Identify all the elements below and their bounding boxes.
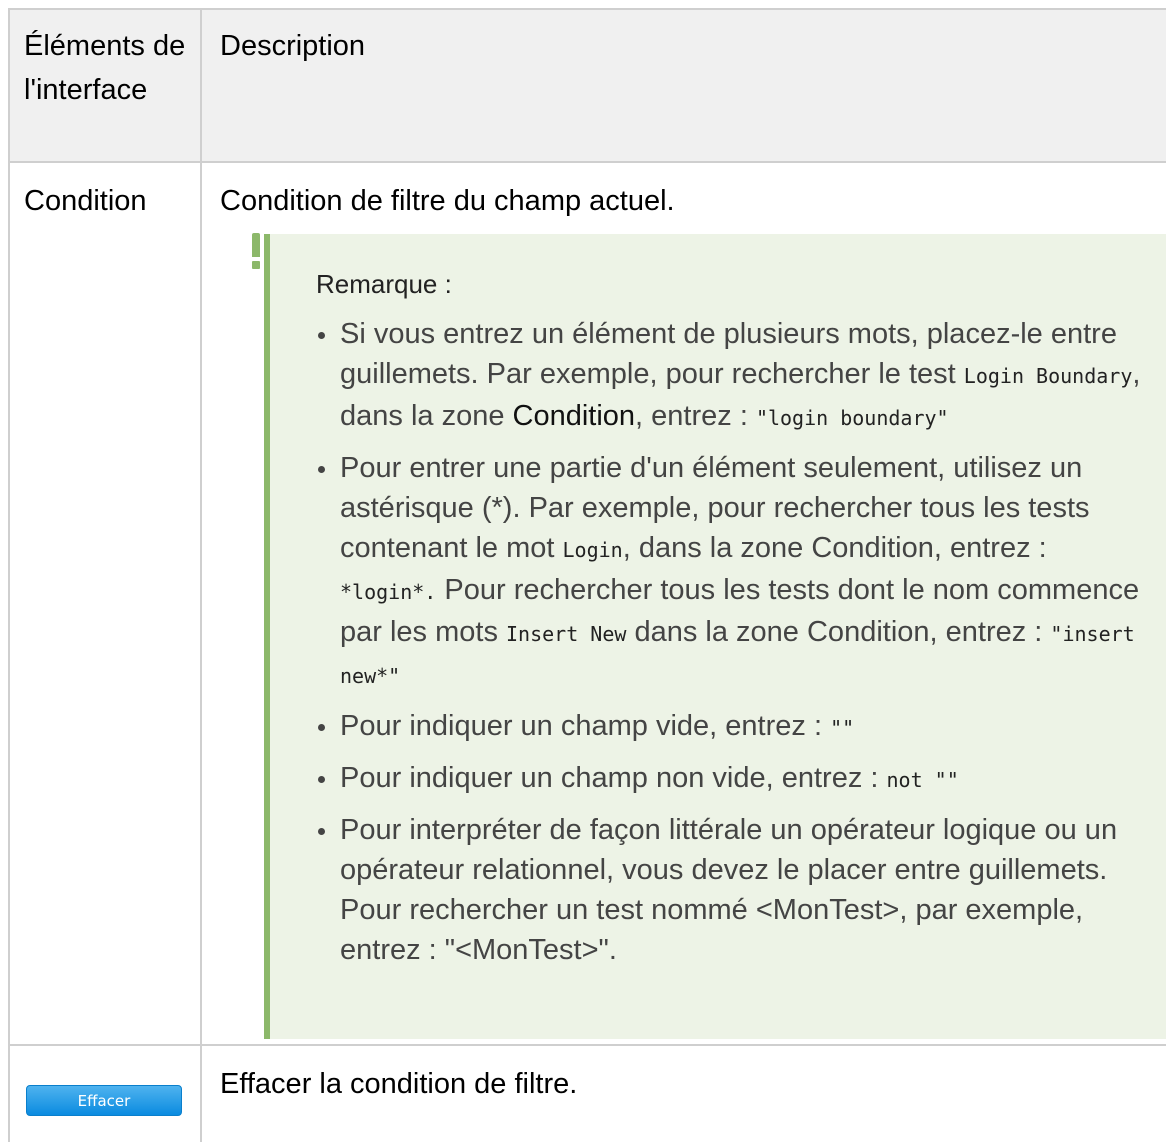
exclamation-icon [252,233,260,273]
description-effacer: Effacer la condition de filtre. [220,1068,578,1100]
bold-text: Condition [512,400,636,432]
table-header-row: Éléments de l'interface Description [8,10,1166,163]
list-item: Pour entrer une partie d'un élément seul… [316,448,1146,696]
list-item: Pour interpréter de façon littérale un o… [316,810,1146,970]
effacer-button[interactable]: Effacer [26,1085,182,1116]
element-condition: Condition [8,163,202,1044]
code-text: "" [830,716,855,740]
code-text: Login Boundary [963,364,1133,388]
note-box: Remarque : Si vous entrez un élément de … [264,234,1166,1039]
description-condition-text: Condition de filtre du champ actuel. [220,185,675,217]
code-text: "login boundary" [755,406,949,430]
header-ui-elements: Éléments de l'interface [8,10,202,161]
code-text: not "" [886,768,959,792]
list-item: Pour indiquer un champ vide, entrez : "" [316,706,1146,748]
list-item: Si vous entrez un élément de plusieurs m… [316,314,1146,438]
list-item: Pour indiquer un champ non vide, entrez … [316,758,1146,800]
code-text: *login*. [340,580,437,604]
code-text: Insert New [506,622,627,646]
code-text: Login [562,538,623,562]
note-title: Remarque : [316,269,452,299]
header-description: Description [220,30,366,62]
note-list: Si vous entrez un élément de plusieurs m… [316,314,1146,970]
